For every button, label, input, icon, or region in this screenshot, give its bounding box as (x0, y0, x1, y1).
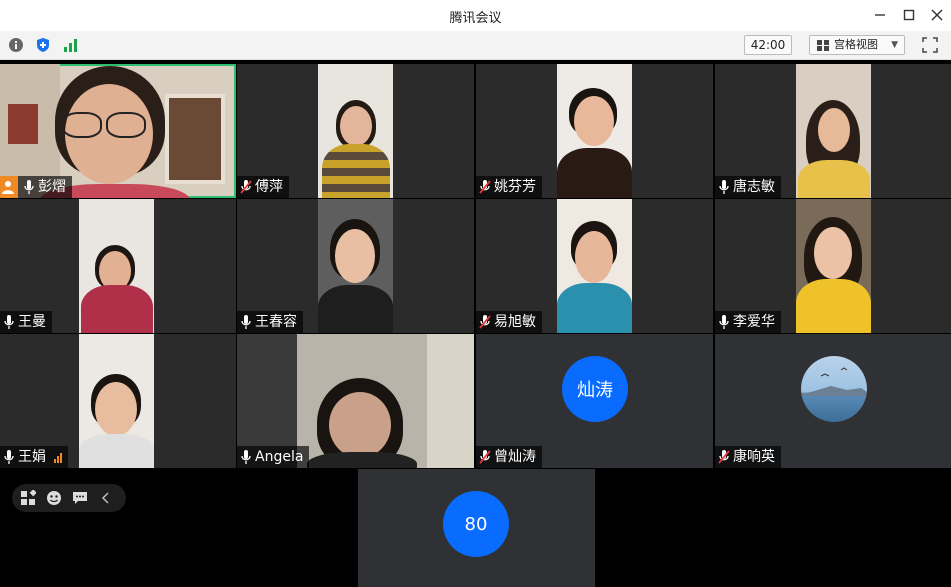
info-icon[interactable] (7, 36, 25, 54)
minimize-button[interactable] (869, 5, 891, 25)
participant-avatar: 80 (443, 491, 509, 557)
microphone-icon (22, 179, 36, 195)
participant-name: Angela (255, 449, 304, 465)
video-tile[interactable]: 傅萍 (237, 64, 474, 198)
title-bar: 腾讯会议 (0, 0, 951, 31)
video-tile[interactable]: 易旭敏 (476, 199, 713, 333)
video-tile[interactable]: 姚芬芳 (476, 64, 713, 198)
participant-name: 李爱华 (733, 314, 775, 330)
view-mode-dropdown[interactable]: 宫格视图 ▼ (809, 35, 905, 55)
video-tile[interactable]: 灿涛 曾灿涛 (476, 334, 713, 468)
meeting-timer: 42:00 (744, 35, 792, 55)
layout-icon[interactable] (18, 488, 38, 508)
fullscreen-icon[interactable] (921, 36, 939, 54)
host-icon (0, 176, 18, 198)
microphone-muted-icon (717, 449, 731, 465)
video-tile[interactable]: 唐志敏 (715, 64, 951, 198)
close-button[interactable] (926, 5, 948, 25)
participant-nametag: 王娟 (0, 446, 68, 468)
participant-nametag: 傅萍 (237, 176, 289, 198)
participant-name: 易旭敏 (494, 314, 536, 330)
participant-nametag: 彭熠 (0, 176, 72, 198)
microphone-muted-icon (478, 449, 492, 465)
participant-nametag: 曾灿涛 (476, 446, 542, 468)
emoji-icon[interactable] (44, 488, 64, 508)
participant-name: 王春容 (255, 314, 297, 330)
participant-name: 王曼 (18, 314, 46, 330)
grid-icon (817, 40, 829, 51)
participant-nametag: 王曼 (0, 311, 52, 333)
video-tile[interactable]: 康响英 (715, 334, 951, 468)
participant-nametag: 王春容 (237, 311, 303, 333)
participant-nametag: Angela (237, 446, 310, 468)
participant-name: 傅萍 (255, 179, 283, 195)
microphone-muted-icon (478, 314, 492, 330)
signal-bars-icon[interactable] (62, 36, 80, 54)
video-tile[interactable]: 李爱华 (715, 199, 951, 333)
participant-nametag: 康响英 (715, 446, 781, 468)
participant-name: 彭熠 (38, 179, 66, 195)
speaking-indicator-icon (54, 451, 62, 463)
participant-name: 康响英 (733, 449, 775, 465)
video-tile[interactable]: 王春容 (237, 199, 474, 333)
microphone-muted-icon (478, 179, 492, 195)
participant-avatar: 灿涛 (562, 356, 628, 422)
chevron-down-icon: ▼ (891, 40, 898, 50)
video-tile[interactable]: 彭熠 (0, 64, 236, 198)
participant-nametag: 李爱华 (715, 311, 781, 333)
video-tile[interactable]: Angela (237, 334, 474, 468)
video-tile[interactable]: 王曼 (0, 199, 236, 333)
microphone-icon (2, 314, 16, 330)
video-tile[interactable]: 王娟 (0, 334, 236, 468)
participant-avatar (801, 356, 867, 422)
microphone-icon (717, 179, 731, 195)
window-title: 腾讯会议 (449, 11, 502, 26)
participant-name: 唐志敏 (733, 179, 775, 195)
floating-controls (12, 484, 126, 512)
participant-nametag: 易旭敏 (476, 311, 542, 333)
participant-nametag: 唐志敏 (715, 176, 781, 198)
microphone-icon (239, 314, 253, 330)
participant-name: 王娟 (18, 449, 46, 465)
collapse-chevron-icon[interactable] (96, 488, 116, 508)
meeting-toolbar: 42:00 宫格视图 ▼ (0, 31, 951, 60)
microphone-icon (239, 449, 253, 465)
view-mode-label: 宫格视图 (834, 38, 878, 51)
maximize-button[interactable] (898, 5, 920, 25)
microphone-icon (2, 449, 16, 465)
chat-icon[interactable] (70, 488, 90, 508)
microphone-icon (717, 314, 731, 330)
video-tile[interactable]: 80 (358, 469, 595, 587)
participant-nametag: 姚芬芳 (476, 176, 542, 198)
shield-icon[interactable] (34, 36, 52, 54)
microphone-muted-icon (239, 179, 253, 195)
participant-name: 曾灿涛 (494, 449, 536, 465)
participant-name: 姚芬芳 (494, 179, 536, 195)
